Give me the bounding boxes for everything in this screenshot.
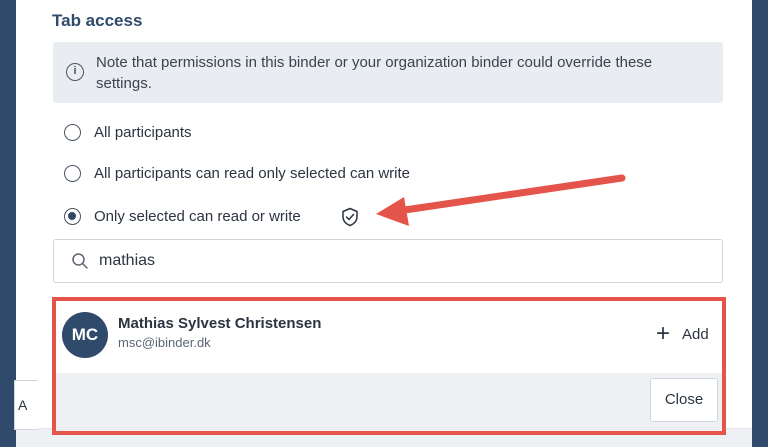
radio-all-participants[interactable]: All participants — [64, 121, 192, 143]
info-note-text: Note that permissions in this binder or … — [96, 54, 653, 92]
search-result-row[interactable]: MC Mathias Sylvest Christensen msc@ibind… — [56, 301, 722, 373]
search-results-dropdown: MC Mathias Sylvest Christensen msc@ibind… — [52, 297, 726, 435]
radio-read-selected-write[interactable]: All participants can read only selected … — [64, 162, 410, 184]
partial-button[interactable]: A — [14, 380, 38, 430]
result-email: msc@ibinder.dk — [118, 335, 211, 350]
radio-label: All participants can read only selected … — [94, 164, 410, 182]
radio-button[interactable] — [64, 164, 81, 182]
add-participant-button[interactable]: + Add — [656, 320, 709, 347]
dropdown-footer: Close — [56, 373, 722, 431]
add-label: Add — [682, 325, 709, 343]
info-note: i Note that permissions in this binder o… — [53, 42, 723, 103]
radio-label: All participants — [94, 123, 192, 141]
search-input-value[interactable]: mathias — [99, 252, 155, 270]
avatar: MC — [62, 312, 108, 358]
participant-search-input[interactable]: mathias — [53, 239, 723, 283]
shield-check-icon — [342, 207, 358, 227]
radio-label: Only selected can read or write — [94, 207, 301, 225]
result-name: Mathias Sylvest Christensen — [118, 315, 322, 332]
section-title: Tab access — [52, 11, 143, 30]
plus-icon: + — [656, 320, 671, 347]
search-icon — [72, 253, 88, 269]
radio-button[interactable] — [64, 123, 81, 141]
close-button[interactable]: Close — [650, 378, 718, 422]
info-icon: i — [66, 63, 84, 81]
radio-only-selected[interactable]: Only selected can read or write — [64, 205, 301, 227]
radio-button-selected[interactable] — [64, 207, 81, 225]
